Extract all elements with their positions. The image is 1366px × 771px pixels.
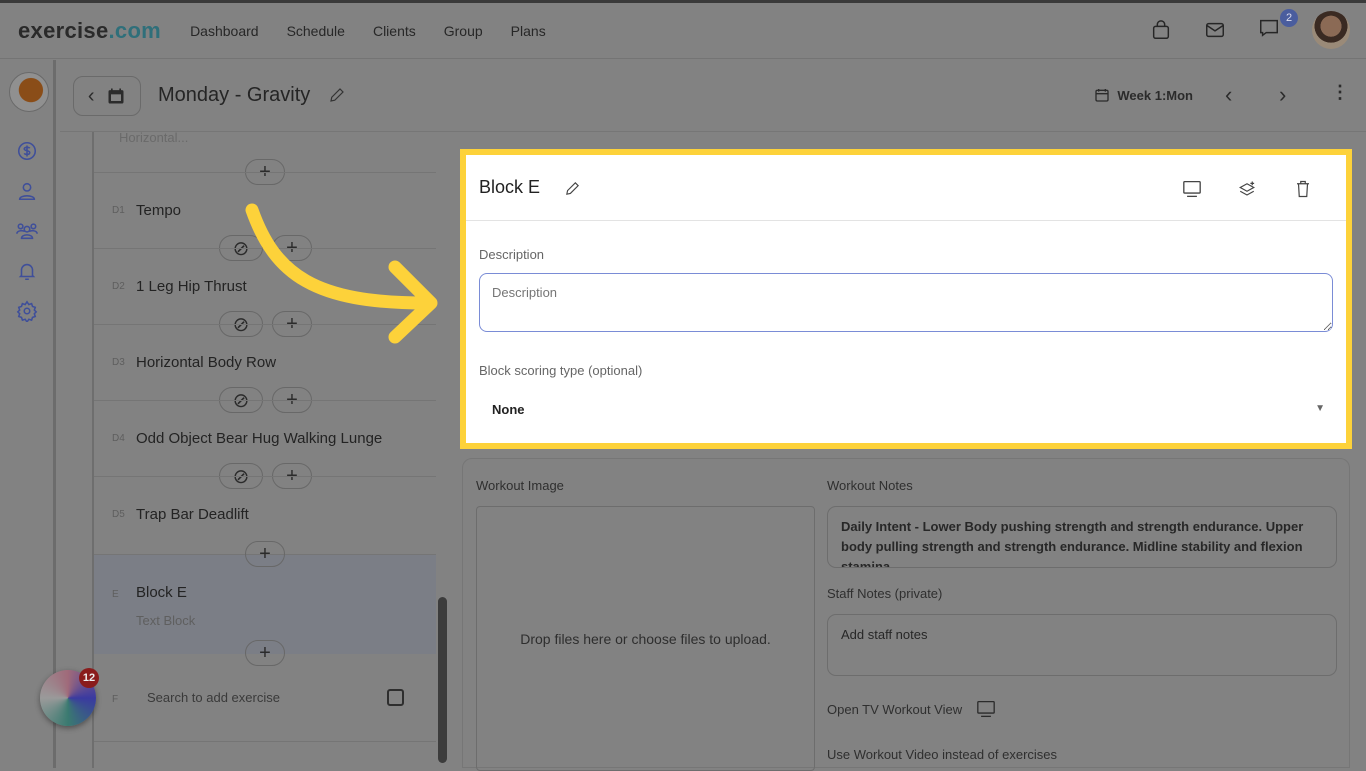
scoring-type-value: None [492,402,525,417]
tv-view-link[interactable]: Open TV Workout View [827,702,962,717]
expand-icon[interactable] [387,689,404,706]
week-selector[interactable]: Week 1:Mon [1094,87,1193,103]
workout-video-label: Use Workout Video instead of exercises [827,747,1058,762]
search-exercise-input[interactable]: Search to add exercise [147,690,280,705]
mail-icon[interactable] [1204,19,1226,41]
tv-icon[interactable] [976,700,996,718]
nav-group[interactable]: Group [444,23,483,39]
workout-notes-label: Workout Notes [827,478,913,493]
user-avatar[interactable] [1312,11,1350,49]
chevron-left-icon: ‹ [87,84,95,107]
block-editor-panel: Block E Description Block scoring type (… [460,149,1352,449]
scoring-type-select[interactable]: None ▼ [479,391,1333,429]
workout-image-label: Workout Image [476,478,564,493]
block-title: Block E [479,177,541,197]
block-e-item[interactable]: E Block E Text Block [94,554,436,654]
calendar-icon [1095,89,1110,102]
divider [94,741,436,742]
staff-notes-label: Staff Notes (private) [827,586,943,601]
description-label: Description [479,247,545,262]
nav-schedule[interactable]: Schedule [287,23,345,39]
scoring-type-label: Block scoring type (optional) [479,363,643,378]
item-label: D1 [112,205,125,216]
workout-subheader: ‹ Monday - Gravity Week 1:Mon ‹ › ⋮ [60,60,1366,132]
item-label: D4 [112,433,125,444]
item-name: Odd Object Bear Hug Walking Lunge [136,430,383,447]
item-subtitle: Text Block [136,613,196,628]
logo[interactable]: exercise.com [18,18,161,44]
tv-icon[interactable] [1182,180,1202,198]
calendar-icon [108,88,124,104]
prev-item-subtitle: Horizontal... [119,130,189,145]
list-item[interactable]: D4 Odd Object Bear Hug Walking Lunge [94,400,436,476]
dollar-icon[interactable] [16,140,38,162]
item-name: Tempo [136,202,182,219]
settings-icon[interactable] [16,300,38,322]
dropdown-arrow-icon: ▼ [1315,403,1325,414]
week-label: Week 1:Mon [1117,87,1193,103]
item-name: 1 Leg Hip Thrust [136,278,247,295]
prev-day-button[interactable]: ‹ [1225,82,1232,108]
annotation-arrow-icon [245,203,438,344]
chat-badge: 2 [1280,8,1298,27]
next-day-button[interactable]: › [1279,82,1286,108]
nav-clients[interactable]: Clients [373,23,416,39]
description-input[interactable] [479,273,1333,332]
trash-icon[interactable] [1295,180,1311,198]
logo-accent: .com [108,17,162,43]
top-header: exercise.com Dashboard Schedule Clients … [0,3,1366,59]
back-calendar-button[interactable]: ‹ [73,76,141,116]
more-options-icon[interactable]: ⋮ [1331,82,1349,103]
sidebar [0,60,56,768]
nav-plans[interactable]: Plans [511,23,546,39]
item-label: F [112,694,119,705]
edit-pencil-icon[interactable] [564,180,581,197]
org-avatar[interactable] [9,72,49,112]
workout-details-panel: Workout Image Drop files here or choose … [462,458,1350,771]
scrollbar[interactable] [438,597,447,763]
item-name: Trap Bar Deadlift [136,506,249,523]
widget-badge: 12 [79,668,99,688]
item-label: E [112,589,119,600]
chat-icon[interactable] [1258,17,1280,39]
edit-pencil-icon[interactable] [328,86,346,104]
bell-icon[interactable] [16,260,38,282]
nav-dashboard[interactable]: Dashboard [190,23,259,39]
layers-add-icon[interactable] [1238,180,1256,198]
dropzone-text: Drop files here or choose files to uploa… [520,630,771,647]
workout-notes-input[interactable]: Daily Intent - Lower Body pushing streng… [827,506,1337,568]
page-title: Monday - Gravity [158,84,311,106]
item-label: D3 [112,357,125,368]
shopping-bag-icon[interactable] [1150,19,1172,41]
main-nav: Dashboard Schedule Clients Group Plans [190,23,546,39]
logo-text: exercise [18,17,109,43]
item-label: D5 [112,509,125,520]
add-button[interactable]: + [245,541,285,567]
item-label: D2 [112,281,125,292]
user-icon[interactable] [16,180,38,202]
item-name: Block E [136,584,187,601]
staff-notes-input[interactable]: Add staff notes [827,614,1337,676]
add-button[interactable]: + [245,640,285,666]
image-dropzone[interactable]: Drop files here or choose files to uploa… [476,506,815,771]
group-icon[interactable] [16,220,38,242]
item-name: Horizontal Body Row [136,354,277,371]
